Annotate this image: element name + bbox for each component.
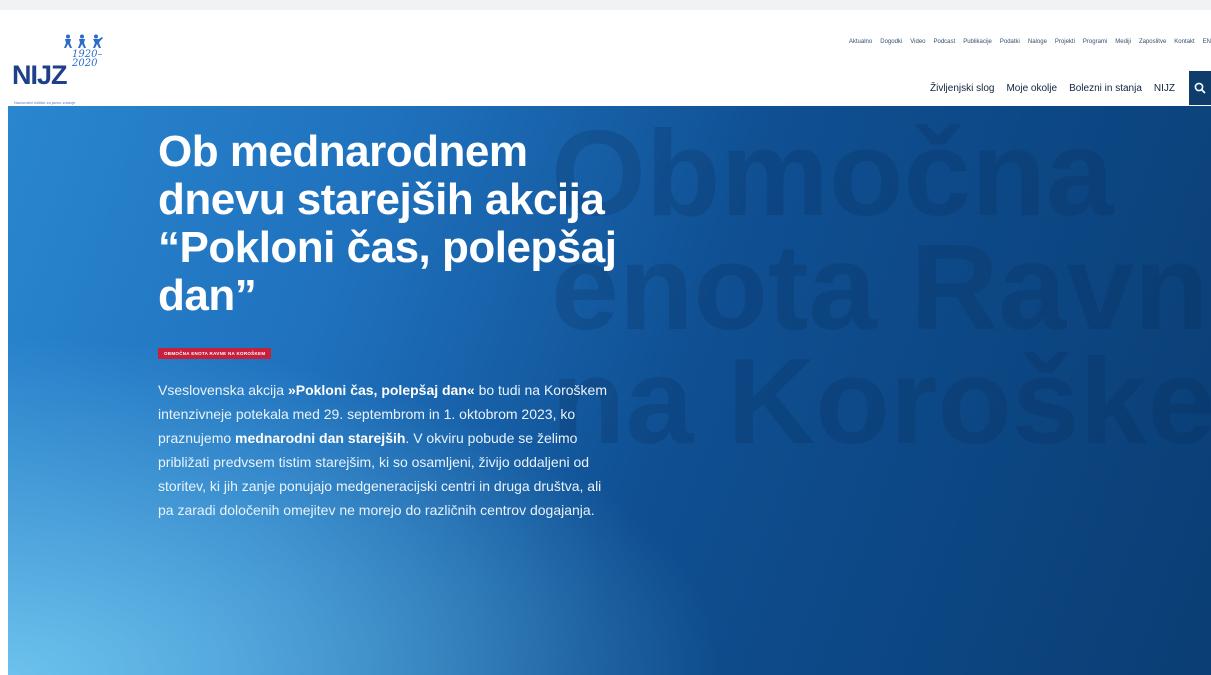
nav-item-moje-okolje[interactable]: Moje okolje <box>1006 83 1057 94</box>
category-badge[interactable]: Območna enota Ravne na Koroškem <box>158 348 272 359</box>
util-link-projekti[interactable]: Projekti <box>1055 39 1075 53</box>
logo-anniversary: 1920–2020 <box>72 49 103 69</box>
util-link-video[interactable]: Video <box>910 39 925 53</box>
site-header: 1920–2020 NIJZ Nacionalni inštitut za ja… <box>0 10 1211 106</box>
util-link-dogodki[interactable]: Dogodki <box>880 39 902 53</box>
util-link-naloge[interactable]: Naloge <box>1028 39 1047 53</box>
lead-bold-campaign: »Pokloni čas, polepšaj dan« <box>287 382 475 398</box>
lead-bold-day: mednarodni dan starejših <box>235 430 406 446</box>
logo-wordmark: NIJZ <box>12 60 68 90</box>
hero-lead-text: Vseslovenska akcija »Pokloni čas, polepš… <box>158 378 613 522</box>
nav-item-bolezni-in-stanja[interactable]: Bolezni in stanja <box>1069 83 1142 94</box>
browser-top-strip <box>0 0 1211 10</box>
util-link-publikacije[interactable]: Publikacije <box>963 39 992 53</box>
util-link-podatki[interactable]: Podatki <box>1000 39 1020 53</box>
page-title: Ob mednarodnem dnevu starejših akcija “P… <box>158 127 617 320</box>
util-link-en[interactable]: EN <box>1203 39 1211 53</box>
people-icon <box>64 34 103 48</box>
util-link-podcast[interactable]: Podcast <box>934 39 956 53</box>
util-link-programi[interactable]: Programi <box>1083 39 1107 53</box>
logo-tagline: Nacionalni inštitut za javno zdravje <box>14 100 76 105</box>
main-nav: Življenjski slog Moje okolje Bolezni in … <box>930 71 1211 105</box>
nav-item-nijz[interactable]: NIJZ <box>1154 83 1175 94</box>
hero-banner: Območna enota Ravne na Koroškem Ob medna… <box>8 106 1211 675</box>
nijz-logo[interactable]: 1920–2020 NIJZ Nacionalni inštitut za ja… <box>10 20 120 110</box>
nav-item-zivljenjski-slog[interactable]: Življenjski slog <box>930 83 994 94</box>
util-link-zaposlitve[interactable]: Zaposlitve <box>1139 39 1166 53</box>
util-link-kontakt[interactable]: Kontakt <box>1174 39 1194 53</box>
utility-nav: Aktualno Dogodki Video Podcast Publikaci… <box>849 39 1211 53</box>
search-icon <box>1194 82 1206 94</box>
lead-text-1: Vseslovenska akcija <box>158 382 288 398</box>
util-link-mediji[interactable]: Mediji <box>1115 39 1131 53</box>
hero-background-text: Območna enota Ravne na Koroškem <box>551 106 1211 469</box>
search-button[interactable] <box>1189 71 1211 105</box>
util-link-aktualno[interactable]: Aktualno <box>849 39 872 53</box>
